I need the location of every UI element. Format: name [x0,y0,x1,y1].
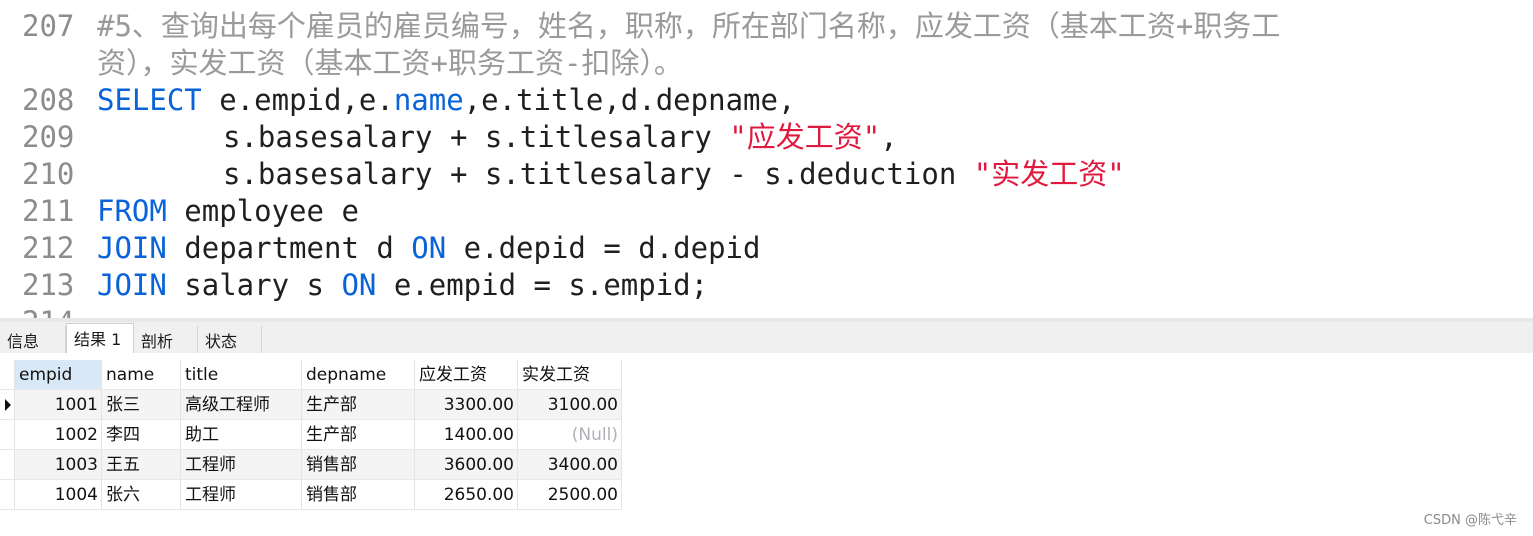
sql-keyword: FROM [97,194,167,228]
tab-result-1[interactable]: 结果 1 [66,323,134,357]
comment-text: 资），实发工资（基本工资+职务工资-扣除）。 [97,46,683,80]
line-number: 211 [22,194,75,228]
row-selector[interactable] [0,450,15,480]
string-literal: "实发工资" [973,157,1125,191]
line-number: 210 [22,157,75,191]
code-text: s.basesalary + s.titlesalary - s.deducti… [97,156,1125,193]
header-gutter [0,360,15,390]
code-token: department d [166,231,412,265]
row-selector[interactable] [0,480,15,510]
column-header[interactable]: title [181,360,302,390]
code-token: s.basesalary + s.titlesalary [223,120,730,154]
table-cell[interactable]: 销售部 [302,480,415,510]
sql-keyword: ON [411,231,447,265]
row-selector[interactable] [0,390,15,420]
table-cell[interactable]: 1001 [15,390,102,420]
code-text: 资），实发工资（基本工资+职务工资-扣除）。 [97,45,683,82]
line-number: 207 [22,9,75,43]
column-header[interactable]: 实发工资 [518,360,622,390]
sql-editor[interactable]: 207 #5、查询出每个雇员的雇员编号，姓名，职称，所在部门名称，应发工资（基本工… [0,0,1533,318]
code-token: ,e.title,d.depname, [463,83,796,117]
table-cell[interactable]: 1003 [15,450,102,480]
table-cell[interactable]: 工程师 [181,480,302,510]
sql-keyword: SELECT [97,83,202,117]
comment-text: #5、查询出每个雇员的雇员编号，姓名，职称，所在部门名称，应发工资（基本工资+职… [97,9,1281,43]
table-cell[interactable]: (Null) [518,420,622,450]
code-text: JOIN salary s ON e.empid = s.empid; [97,267,708,304]
line-number: 209 [22,120,75,154]
result-tab-bar: 信息 结果 1 剖析 状态 [0,318,1533,357]
table-cell[interactable]: 高级工程师 [181,390,302,420]
table-cell[interactable]: 1002 [15,420,102,450]
line-number: 208 [22,83,75,117]
watermark: CSDN @陈弋辛 [1423,513,1517,528]
code-text: #5、查询出每个雇员的雇员编号，姓名，职称，所在部门名称，应发工资（基本工资+职… [97,8,1280,45]
line-number: 214 [22,304,78,318]
column-header[interactable]: depname [302,360,415,390]
column-header[interactable]: name [102,360,181,390]
column-header[interactable]: 应发工资 [415,360,518,390]
code-text: SELECT e.empid,e.name,e.title,d.depname, [97,82,795,119]
column-header[interactable]: empid [15,360,102,390]
sql-keyword: JOIN [97,268,167,302]
sql-keyword: name [393,83,464,117]
table-cell[interactable]: 助工 [181,420,302,450]
table-cell[interactable]: 王五 [102,450,181,480]
code-token: e.depid = d.depid [446,231,761,265]
table-cell[interactable]: 工程师 [181,450,302,480]
current-row-icon [5,399,11,411]
table-cell[interactable]: 生产部 [302,420,415,450]
table-cell[interactable]: 3300.00 [415,390,518,420]
code-token: , [880,120,898,154]
row-selector[interactable] [0,420,15,450]
table-cell[interactable]: 3100.00 [518,390,622,420]
sql-keyword: JOIN [97,231,167,265]
sql-keyword: ON [341,268,377,302]
table-cell[interactable]: 3600.00 [415,450,518,480]
code-token: e.empid = s.empid; [376,268,709,302]
table-cell[interactable]: 3400.00 [518,450,622,480]
table-cell[interactable]: 生产部 [302,390,415,420]
table-cell[interactable]: 2500.00 [518,480,622,510]
line-number: 213 [22,268,75,302]
table-cell[interactable]: 1400.00 [415,420,518,450]
code-token: e.empid,e. [201,83,394,117]
code-token: employee e [166,194,359,228]
table-cell[interactable]: 李四 [102,420,181,450]
code-text: s.basesalary + s.titlesalary "应发工资", [97,119,898,156]
table-cell[interactable]: 1004 [15,480,102,510]
table-cell[interactable]: 张三 [102,390,181,420]
table-cell[interactable]: 张六 [102,480,181,510]
table-cell[interactable]: 2650.00 [415,480,518,510]
code-text: FROM employee e [97,193,359,230]
string-literal: "应发工资" [729,120,881,154]
result-grid[interactable]: empid name title depname 应发工资 实发工资 1001 张三 高级工程师… [0,353,1533,536]
code-token: s.basesalary + s.titlesalary - s.deducti… [223,157,974,191]
code-token: salary s [166,268,342,302]
table-cell[interactable]: 销售部 [302,450,415,480]
code-text: JOIN department d ON e.depid = d.depid [97,230,760,267]
line-number: 212 [22,231,75,265]
